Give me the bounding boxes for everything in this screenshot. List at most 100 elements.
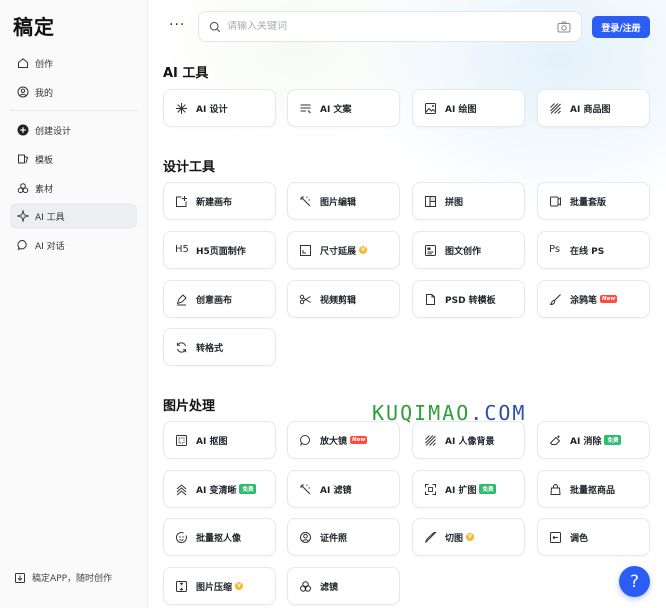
eraser-icon: [549, 434, 562, 447]
tool-card-ai-portrait-bg[interactable]: AI 人像背景: [412, 421, 525, 459]
tool-card-batch-portrait-cutout[interactable]: 批量抠人像: [163, 518, 276, 556]
more-button[interactable]: ···: [169, 17, 185, 33]
tool-card-id-photo[interactable]: 证件照: [287, 518, 400, 556]
article-icon: [424, 244, 437, 257]
magic-wand-icon: [299, 483, 312, 496]
tool-label: 图文创作: [445, 246, 482, 257]
sidebar-item-new-design[interactable]: 创建设计: [10, 117, 137, 143]
tool-card-convert-format[interactable]: 转格式: [163, 328, 276, 366]
tool-card-color-adjust[interactable]: 调色: [537, 518, 650, 556]
tool-label: AI 绘图: [445, 104, 477, 115]
tool-label: 图片压缩: [196, 582, 233, 593]
sidebar-divider: [10, 110, 137, 111]
tool-card-creative-canvas[interactable]: 创意画布: [163, 280, 276, 318]
tool-card-image-compress[interactable]: 图片压缩 V: [163, 567, 276, 605]
sidebar-item-ai-tools[interactable]: AI 工具: [10, 203, 137, 229]
knife-icon: [424, 531, 437, 544]
tool-card-ai-drawing[interactable]: AI 绘图: [412, 89, 525, 127]
tool-card-ai-erase[interactable]: AI 消除 免费: [537, 421, 650, 459]
new-canvas-icon: [175, 195, 188, 208]
tool-card-collage[interactable]: 拼图: [412, 182, 525, 220]
tool-label: 转格式: [196, 343, 224, 354]
section-title-design-tools: 设计工具: [163, 160, 216, 175]
id-photo-icon: [299, 531, 312, 544]
compress-icon: [175, 580, 188, 593]
help-button[interactable]: ?: [619, 566, 650, 597]
adjust-icon: [549, 531, 562, 544]
section-title-ai-tools: AI 工具: [163, 66, 209, 81]
resize-icon: [299, 244, 312, 257]
sidebar: 稿定 创作 我的 创建设计 模板 素材 AI 工具 AI 对话 稿定APP，随时…: [0, 0, 148, 608]
tool-label: 在线 PS: [570, 246, 605, 257]
vip-badge: V: [235, 582, 244, 590]
tool-label: 新建画布: [196, 197, 233, 208]
sidebar-item-create[interactable]: 创作: [10, 50, 137, 76]
section-title-image-processing: 图片处理: [163, 399, 216, 414]
tool-card-article-create[interactable]: 图文创作: [412, 231, 525, 269]
tool-card-ai-design[interactable]: AI 设计: [163, 89, 276, 127]
download-app-link[interactable]: 稿定APP，随时创作: [14, 571, 112, 584]
tool-card-magnifier[interactable]: 放大镜 New: [287, 421, 400, 459]
tool-card-new-canvas[interactable]: 新建画布: [163, 182, 276, 220]
batch-icon: [549, 195, 562, 208]
app-logo[interactable]: 稿定: [13, 11, 55, 40]
tool-label: 滤镜: [320, 582, 339, 593]
tool-card-ai-filter[interactable]: AI 滤镜: [287, 470, 400, 508]
vip-badge: V: [466, 533, 475, 541]
hatch-icon: [424, 434, 437, 447]
camera-icon[interactable]: [553, 17, 575, 37]
tool-card-psd-to-template[interactable]: PSD 转模板: [412, 280, 525, 318]
template-icon: [17, 153, 29, 165]
bag-icon: [549, 483, 562, 496]
face-icon: [175, 531, 188, 544]
h5-icon: H5: [175, 243, 189, 255]
tool-card-h5-page[interactable]: H5 H5页面制作: [163, 231, 276, 269]
sparkle-icon: [17, 210, 29, 222]
text-lines-icon: [299, 102, 312, 115]
search-icon: [209, 21, 221, 33]
tool-label: 拼图: [445, 197, 464, 208]
file-icon: [424, 293, 437, 306]
login-register-button[interactable]: 登录/注册: [592, 16, 650, 38]
tool-label: 调色: [570, 533, 589, 544]
magnifier-icon: [299, 434, 312, 447]
sidebar-item-label: 模板: [35, 155, 54, 166]
tool-label: H5页面制作: [196, 246, 246, 257]
hatch-icon: [549, 102, 562, 115]
tool-label: AI 消除: [570, 436, 602, 447]
user-icon: [17, 86, 29, 98]
magic-wand-icon: [299, 195, 312, 208]
tool-card-ai-product-image[interactable]: AI 商品图: [537, 89, 650, 127]
sidebar-item-templates[interactable]: 模板: [10, 146, 137, 172]
tool-card-image-edit[interactable]: 图片编辑: [287, 182, 400, 220]
tool-card-ai-expand[interactable]: AI 扩图 免费: [412, 470, 525, 508]
tool-label: 批量抠商品: [570, 485, 616, 496]
home-icon: [17, 57, 29, 69]
tool-card-filter[interactable]: 滤镜: [287, 567, 400, 605]
tool-card-ai-copy[interactable]: AI 文案: [287, 89, 400, 127]
search-box: [198, 11, 582, 42]
creative-icon: [175, 293, 188, 306]
sidebar-item-mine[interactable]: 我的: [10, 79, 137, 105]
tool-card-ai-sharpen[interactable]: AI 变清晰 免费: [163, 470, 276, 508]
tool-label: 涂鸦笔: [570, 295, 598, 306]
tool-card-batch-product-cutout[interactable]: 批量抠商品: [537, 470, 650, 508]
sidebar-item-materials[interactable]: 素材: [10, 175, 137, 201]
tool-card-batch-template[interactable]: 批量套版: [537, 182, 650, 220]
sidebar-item-ai-chat[interactable]: AI 对话: [10, 232, 137, 258]
tool-card-ai-cutout[interactable]: AI 抠图: [163, 421, 276, 459]
tool-card-online-ps[interactable]: Ps 在线 PS: [537, 231, 650, 269]
search-input[interactable]: [227, 21, 553, 32]
tool-label: AI 商品图: [570, 104, 611, 115]
sidebar-item-label: 素材: [35, 184, 54, 195]
tool-label: AI 文案: [320, 104, 352, 115]
tool-card-slice[interactable]: 切图 V: [412, 518, 525, 556]
watermark-text: KUQIMAO: [372, 401, 471, 425]
brush-icon: [549, 293, 562, 306]
tool-card-video-edit[interactable]: 视频剪辑: [287, 280, 400, 318]
tool-card-size-extend[interactable]: 尺寸延展 V: [287, 231, 400, 269]
tool-label: 视频剪辑: [320, 295, 357, 306]
tool-card-doodle-pen[interactable]: 涂鸦笔 New: [537, 280, 650, 318]
sidebar-item-label: AI 工具: [35, 212, 65, 223]
tool-label: 图片编辑: [320, 197, 357, 208]
